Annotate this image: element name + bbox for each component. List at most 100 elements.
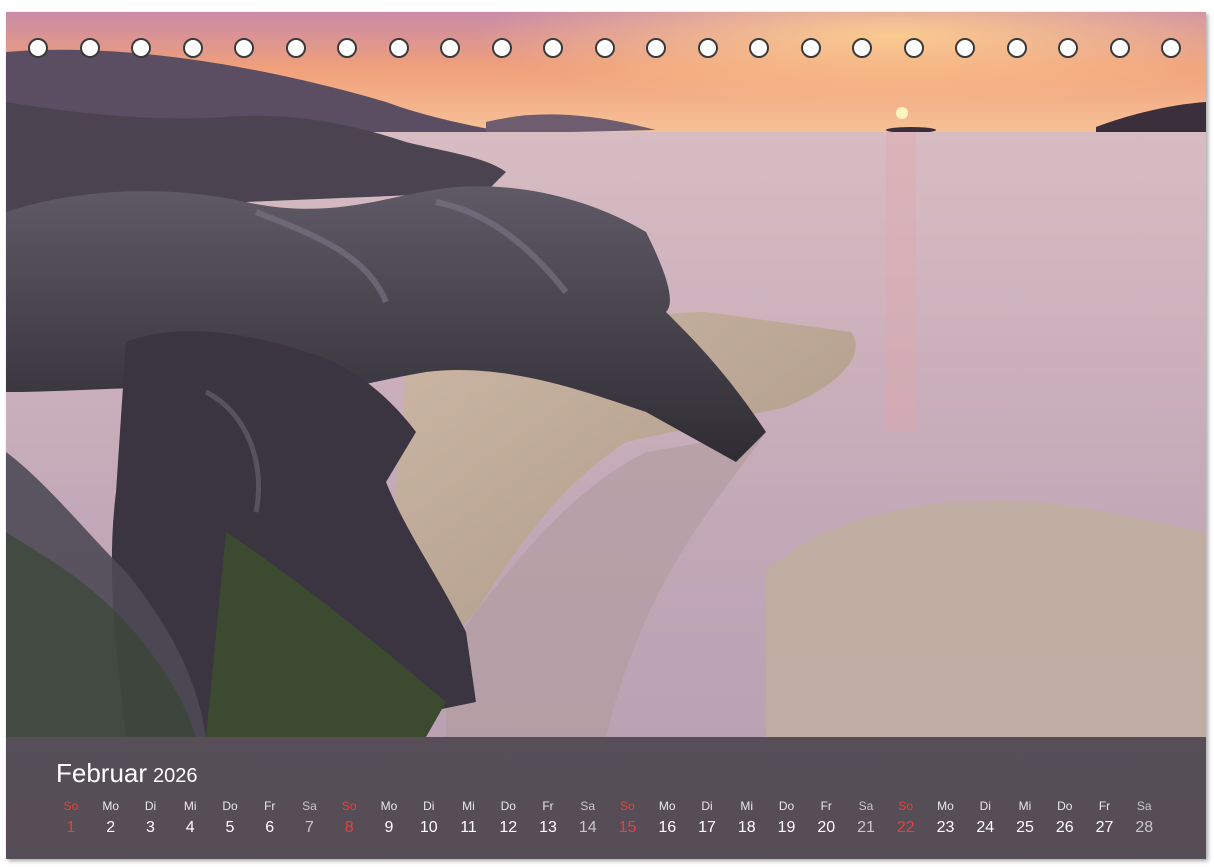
day-number: 10 xyxy=(419,819,438,836)
day-number: 16 xyxy=(658,819,677,836)
day-number: 11 xyxy=(460,819,477,836)
day-name: Do xyxy=(1057,799,1073,813)
calendar-day: Di 10 xyxy=(409,798,449,840)
binding-hole xyxy=(79,38,100,58)
binding-hole xyxy=(955,38,975,58)
binding-hole xyxy=(388,38,409,58)
calendar-day: Sa 14 xyxy=(568,798,608,840)
calendar-day: Mo 2 xyxy=(91,798,131,840)
calendar-day: Mo 9 xyxy=(369,798,409,840)
day-name: So xyxy=(620,799,635,813)
day-number: 7 xyxy=(305,819,314,836)
day-name: Sa xyxy=(302,799,317,813)
day-name: Do xyxy=(778,799,795,813)
calendar-day: Mi 4 xyxy=(170,798,210,840)
day-name: Mo xyxy=(937,799,954,813)
calendar-day: Mi 18 xyxy=(727,798,767,840)
day-number: 6 xyxy=(265,819,275,836)
day-name: Fr xyxy=(542,799,554,813)
calendar-page: Februar 2026 So 1 Mo 2 Di 3 Mi 4 Do 5 Fr 6 Sa 7 So 8 Mo 9 D… xyxy=(6,12,1206,859)
day-number: 3 xyxy=(146,819,155,836)
binding-hole xyxy=(1109,38,1130,58)
calendar-day: Do 5 xyxy=(210,798,250,840)
binding-hole xyxy=(594,38,615,58)
day-number: 23 xyxy=(936,819,955,836)
binding-hole xyxy=(646,38,666,58)
day-name: Mo xyxy=(658,799,676,813)
day-name: Fr xyxy=(264,799,276,813)
day-number: 24 xyxy=(976,819,995,836)
calendar-day: Sa 21 xyxy=(846,798,886,840)
day-name: Mi xyxy=(183,799,197,813)
calendar-day: Di 24 xyxy=(965,798,1005,840)
calendar-day: Fr 27 xyxy=(1085,798,1125,840)
calendar-day: Do 19 xyxy=(767,798,807,840)
day-number: 18 xyxy=(737,819,756,836)
day-number: 15 xyxy=(618,819,637,836)
month-year: 2026 xyxy=(153,765,198,787)
day-name: Do xyxy=(222,799,238,813)
day-name: Sa xyxy=(1136,799,1152,813)
day-name: Di xyxy=(144,799,157,813)
binding-hole xyxy=(1161,38,1181,58)
calendar-day: Mo 23 xyxy=(926,798,966,840)
month-title: Februar 2026 xyxy=(56,758,198,791)
day-name: Mi xyxy=(740,799,754,813)
binding-hole xyxy=(852,38,872,58)
binding-hole xyxy=(800,38,821,58)
calendar-day: Mi 25 xyxy=(1005,798,1045,840)
calendar-day: Di 3 xyxy=(131,798,171,840)
day-number: 12 xyxy=(499,819,518,836)
day-number: 4 xyxy=(185,819,195,836)
calendar-day: Mo 16 xyxy=(647,798,687,840)
day-name: Di xyxy=(423,799,435,813)
day-number: 19 xyxy=(777,819,796,836)
month-name: Februar xyxy=(56,758,148,788)
binding-hole xyxy=(749,38,769,58)
day-name: Mo xyxy=(380,799,398,813)
binding-hole xyxy=(903,38,924,58)
binding-hole xyxy=(1058,38,1078,58)
binding-hole xyxy=(337,38,357,58)
binding-hole xyxy=(697,38,718,58)
binding-hole xyxy=(491,38,512,58)
day-number: 1 xyxy=(66,819,76,836)
day-number: 21 xyxy=(857,819,875,836)
day-number: 9 xyxy=(384,819,394,836)
day-name: Fr xyxy=(820,799,832,813)
binding-hole xyxy=(234,38,254,58)
calendar-day: So 8 xyxy=(329,798,369,840)
calendar-day: Sa 7 xyxy=(290,798,330,840)
binding-hole xyxy=(543,38,563,58)
calendar-day: Do 26 xyxy=(1045,798,1085,840)
day-name: So xyxy=(898,799,914,813)
day-name: Mi xyxy=(462,799,475,813)
day-number: 20 xyxy=(817,819,836,836)
day-name: Sa xyxy=(580,799,596,813)
calendar-days: So 1 Mo 2 Di 3 Mi 4 Do 5 Fr 6 Sa 7 So 8 Mo 9 Di 10 Mi 11 Do 12 F… xyxy=(6,798,1206,854)
day-name: Sa xyxy=(858,799,874,813)
binding-hole xyxy=(182,38,203,58)
binding-hole xyxy=(440,38,460,58)
day-name: Di xyxy=(701,799,713,813)
binding-hole xyxy=(131,38,151,58)
day-number: 26 xyxy=(1055,819,1074,836)
day-name: So xyxy=(63,799,79,813)
day-name: So xyxy=(341,799,357,813)
day-name: Mo xyxy=(102,799,120,813)
calendar-day: Fr 13 xyxy=(528,798,568,840)
calendar-day: Fr 20 xyxy=(806,798,846,840)
day-number: 2 xyxy=(106,819,116,836)
day-number: 5 xyxy=(225,819,235,836)
calendar-day: So 22 xyxy=(886,798,926,840)
calendar-day: Do 12 xyxy=(488,798,528,840)
day-name: Mi xyxy=(1018,799,1032,813)
calendar-day: Fr 6 xyxy=(250,798,290,840)
day-number: 13 xyxy=(539,819,557,836)
calendar-day: So 1 xyxy=(51,798,91,840)
day-number: 28 xyxy=(1135,819,1154,836)
day-name: Di xyxy=(979,799,991,813)
day-number: 27 xyxy=(1095,819,1114,836)
calendar-day: Mi 11 xyxy=(449,798,489,840)
day-number: 14 xyxy=(578,819,597,836)
